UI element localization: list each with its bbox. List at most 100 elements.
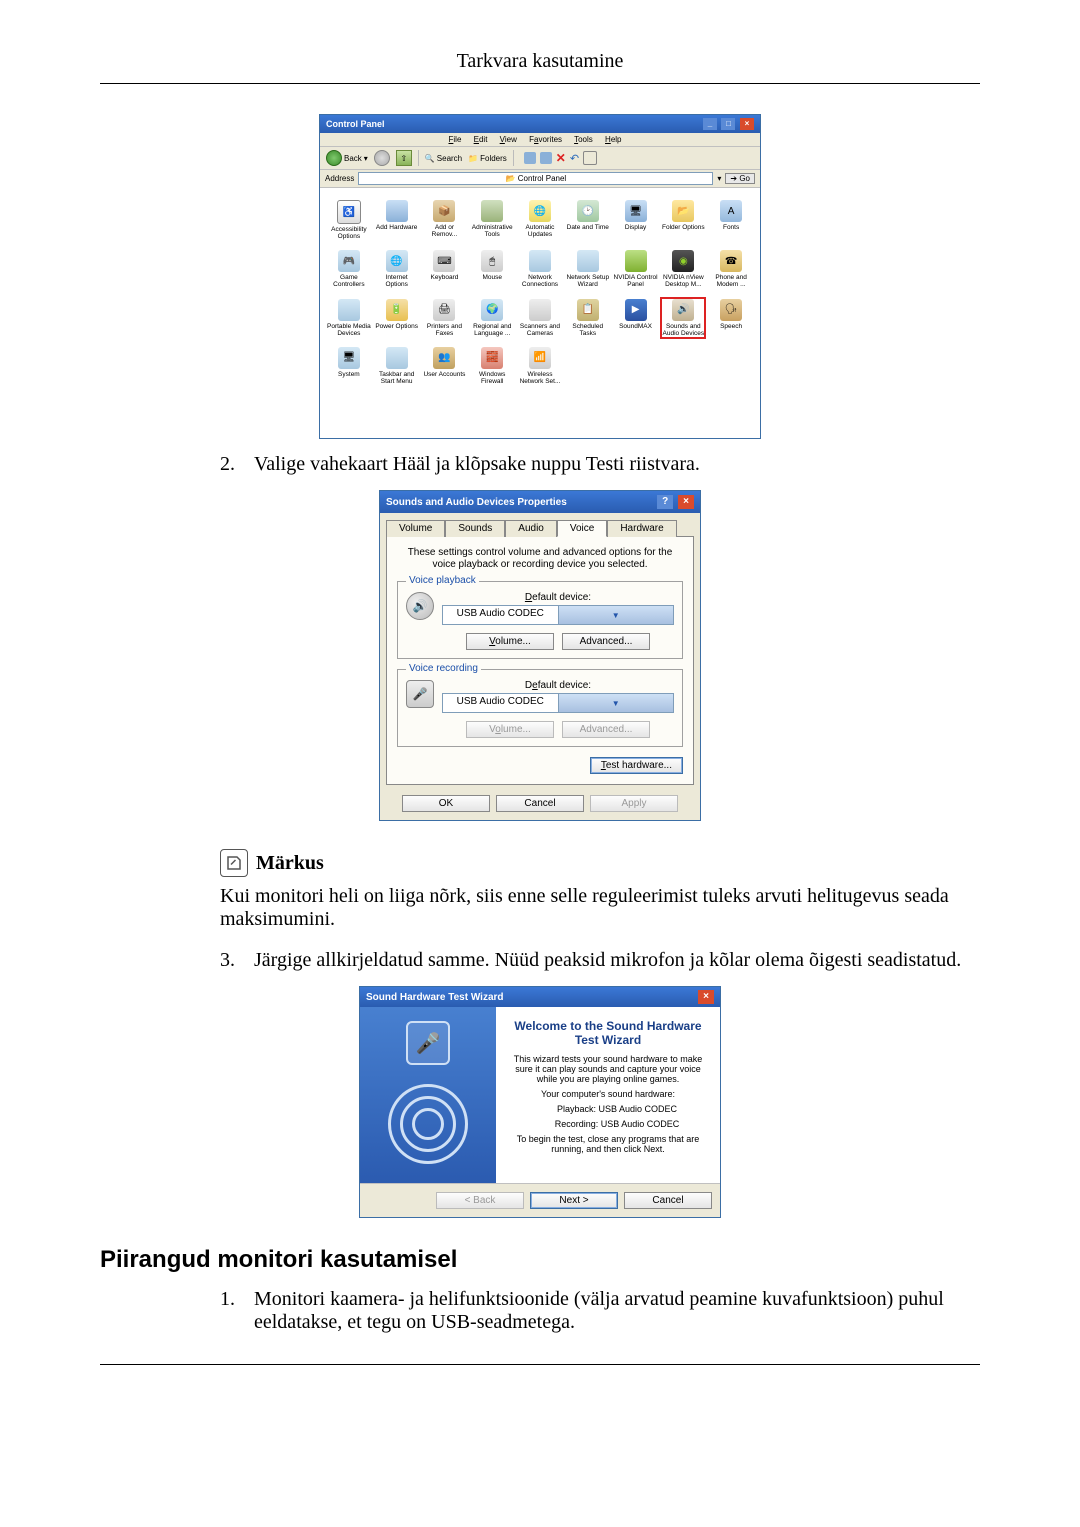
cp-item-game[interactable]: 🎮Game Controllers [326, 248, 372, 290]
cp-item-label: User Accounts [423, 371, 465, 378]
cp-item-regional[interactable]: 🌍Regional and Language ... [469, 297, 515, 339]
next-button[interactable]: Next > [530, 1192, 618, 1209]
cancel-button[interactable]: Cancel [624, 1192, 712, 1209]
cp-item-wireless[interactable]: 📶Wireless Network Set... [517, 345, 563, 387]
wizard-main: Welcome to the Sound Hardware Test Wizar… [496, 1007, 720, 1183]
menu-view[interactable]: View [500, 135, 517, 144]
tab-sounds[interactable]: Sounds [445, 520, 505, 537]
system-icon: 🖥 [338, 347, 360, 369]
cp-item-auto-updates[interactable]: 🌐Automatic Updates [517, 198, 563, 242]
back-button[interactable]: Back ▾ [326, 150, 368, 166]
cp-item-soundmax[interactable]: ▶SoundMAX [613, 297, 659, 339]
page-header-title: Tarkvara kasutamine [100, 50, 980, 73]
tab-hardware[interactable]: Hardware [607, 520, 676, 537]
close-button[interactable]: × [678, 495, 694, 509]
delete-icon[interactable]: ✕ [556, 151, 566, 165]
cp-item-display[interactable]: 🖥Display [613, 198, 659, 242]
cp-item-label: Network Connections [517, 274, 563, 288]
regional-icon: 🌍 [481, 299, 503, 321]
auto-updates-icon: 🌐 [529, 200, 551, 222]
menu-help[interactable]: Help [605, 135, 621, 144]
network-setup-icon [577, 250, 599, 272]
cp-item-taskbar[interactable]: Taskbar and Start Menu [374, 345, 420, 387]
forward-button[interactable] [374, 150, 390, 166]
up-button[interactable]: ⇧ [396, 150, 412, 166]
cp-item-system[interactable]: 🖥System [326, 345, 372, 387]
undo-icon[interactable]: ↶ [570, 152, 579, 165]
tab-voice[interactable]: Voice [557, 520, 607, 537]
address-field[interactable]: 📂 Control Panel [358, 172, 713, 185]
cp-item-admin-tools[interactable]: Administrative Tools [469, 198, 515, 242]
cp-item-phone[interactable]: ☎Phone and Modem ... [708, 248, 754, 290]
dialog-title: Sounds and Audio Devices Properties [386, 497, 567, 508]
cp-item-network-setup[interactable]: Network Setup Wizard [565, 248, 611, 290]
playback-device-combo[interactable]: USB Audio CODEC ▼ [442, 605, 674, 625]
cp-item-label: Scanners and Cameras [517, 323, 563, 337]
search-label: Search [437, 154, 462, 163]
cp-item-printers[interactable]: 🖨Printers and Faxes [422, 297, 468, 339]
recording-device-combo[interactable]: USB Audio CODEC ▼ [442, 693, 674, 713]
scanners-icon [529, 299, 551, 321]
tab-volume[interactable]: Volume [386, 520, 445, 537]
address-dropdown-icon[interactable]: ▾ [717, 174, 721, 183]
toolbar: Back ▾ ⇧ 🔍 Search 📁 Folders ✕ ↶ [320, 147, 760, 170]
scheduled-icon: 📋 [577, 299, 599, 321]
cp-item-portable[interactable]: Portable Media Devices [326, 297, 372, 339]
cp-item-mouse[interactable]: 🖱Mouse [469, 248, 515, 290]
cp-item-folder-options[interactable]: 📂Folder Options [660, 198, 706, 242]
help-button[interactable]: ? [657, 495, 673, 509]
dialog-body: These settings control volume and advanc… [386, 536, 694, 785]
add-remove-icon: 📦 [433, 200, 455, 222]
cp-item-power[interactable]: 🔋Power Options [374, 297, 420, 339]
cp-item-date-time[interactable]: 🕑Date and Time [565, 198, 611, 242]
folders-button[interactable]: 📁 Folders [468, 154, 507, 163]
cp-item-network-conn[interactable]: Network Connections [517, 248, 563, 290]
dropdown-arrow-icon: ▼ [558, 606, 674, 624]
cp-item-add-hardware[interactable]: Add Hardware [374, 198, 420, 242]
copy-icon[interactable] [540, 152, 552, 164]
maximize-button[interactable]: □ [721, 118, 735, 130]
cp-item-scheduled[interactable]: 📋Scheduled Tasks [565, 297, 611, 339]
cp-item-firewall[interactable]: 🧱Windows Firewall [469, 345, 515, 387]
cp-item-label: Printers and Faxes [422, 323, 468, 337]
close-button[interactable]: × [740, 118, 754, 130]
date-time-icon: 🕑 [577, 200, 599, 222]
section-title: Piirangud monitori kasutamisel [100, 1246, 980, 1274]
cp-item-nvidia-cp[interactable]: NVIDIA Control Panel [613, 248, 659, 290]
cp-item-add-remove[interactable]: 📦Add or Remov... [422, 198, 468, 242]
cp-item-internet[interactable]: 🌐Internet Options [374, 248, 420, 290]
cp-item-sounds-audio[interactable]: 🔊Sounds and Audio Devices [660, 297, 706, 339]
cp-item-fonts[interactable]: AFonts [708, 198, 754, 242]
menu-file[interactable]: File [449, 135, 462, 144]
menu-edit[interactable]: Edit [474, 135, 488, 144]
menu-tools[interactable]: Tools [574, 135, 593, 144]
ok-button[interactable]: OK [402, 795, 490, 812]
portable-icon [338, 299, 360, 321]
cp-item-scanners[interactable]: Scanners and Cameras [517, 297, 563, 339]
taskbar-icon [386, 347, 408, 369]
microphone-graphic-icon: 🎤 [406, 1021, 450, 1065]
cp-item-keyboard[interactable]: ⌨Keyboard [422, 248, 468, 290]
minimize-button[interactable]: _ [703, 118, 717, 130]
cp-item-users[interactable]: 👥User Accounts [422, 345, 468, 387]
cancel-button[interactable]: Cancel [496, 795, 584, 812]
go-button[interactable]: ➔ Go [725, 173, 755, 184]
views-icon[interactable] [583, 151, 597, 165]
cp-item-nvidia-nview[interactable]: ◉NVIDIA nView Desktop M... [660, 248, 706, 290]
apply-button: Apply [590, 795, 678, 812]
cp-item-accessibility[interactable]: ♿Accessibility Options [326, 198, 372, 242]
menu-favorites[interactable]: Favorites [529, 135, 562, 144]
move-icon[interactable] [524, 152, 536, 164]
search-button[interactable]: 🔍 Search [425, 154, 462, 163]
cp-item-label: Sounds and Audio Devices [662, 323, 704, 337]
playback-advanced-button[interactable]: Advanced... [562, 633, 650, 650]
playback-volume-button[interactable]: Volume... [466, 633, 554, 650]
test-hardware-button[interactable]: Test hardware... [590, 757, 683, 774]
cp-item-speech[interactable]: 🗣Speech [708, 297, 754, 339]
cp-item-label: Power Options [375, 323, 418, 330]
step-3: 3. Järgige allkirjeldatud samme. Nüüd pe… [220, 949, 980, 972]
close-button[interactable]: × [698, 990, 714, 1004]
dialog-tabs: Volume Sounds Audio Voice Hardware [380, 513, 700, 536]
wizard-paragraph-2: Your computer's sound hardware: [510, 1089, 706, 1099]
tab-audio[interactable]: Audio [505, 520, 557, 537]
